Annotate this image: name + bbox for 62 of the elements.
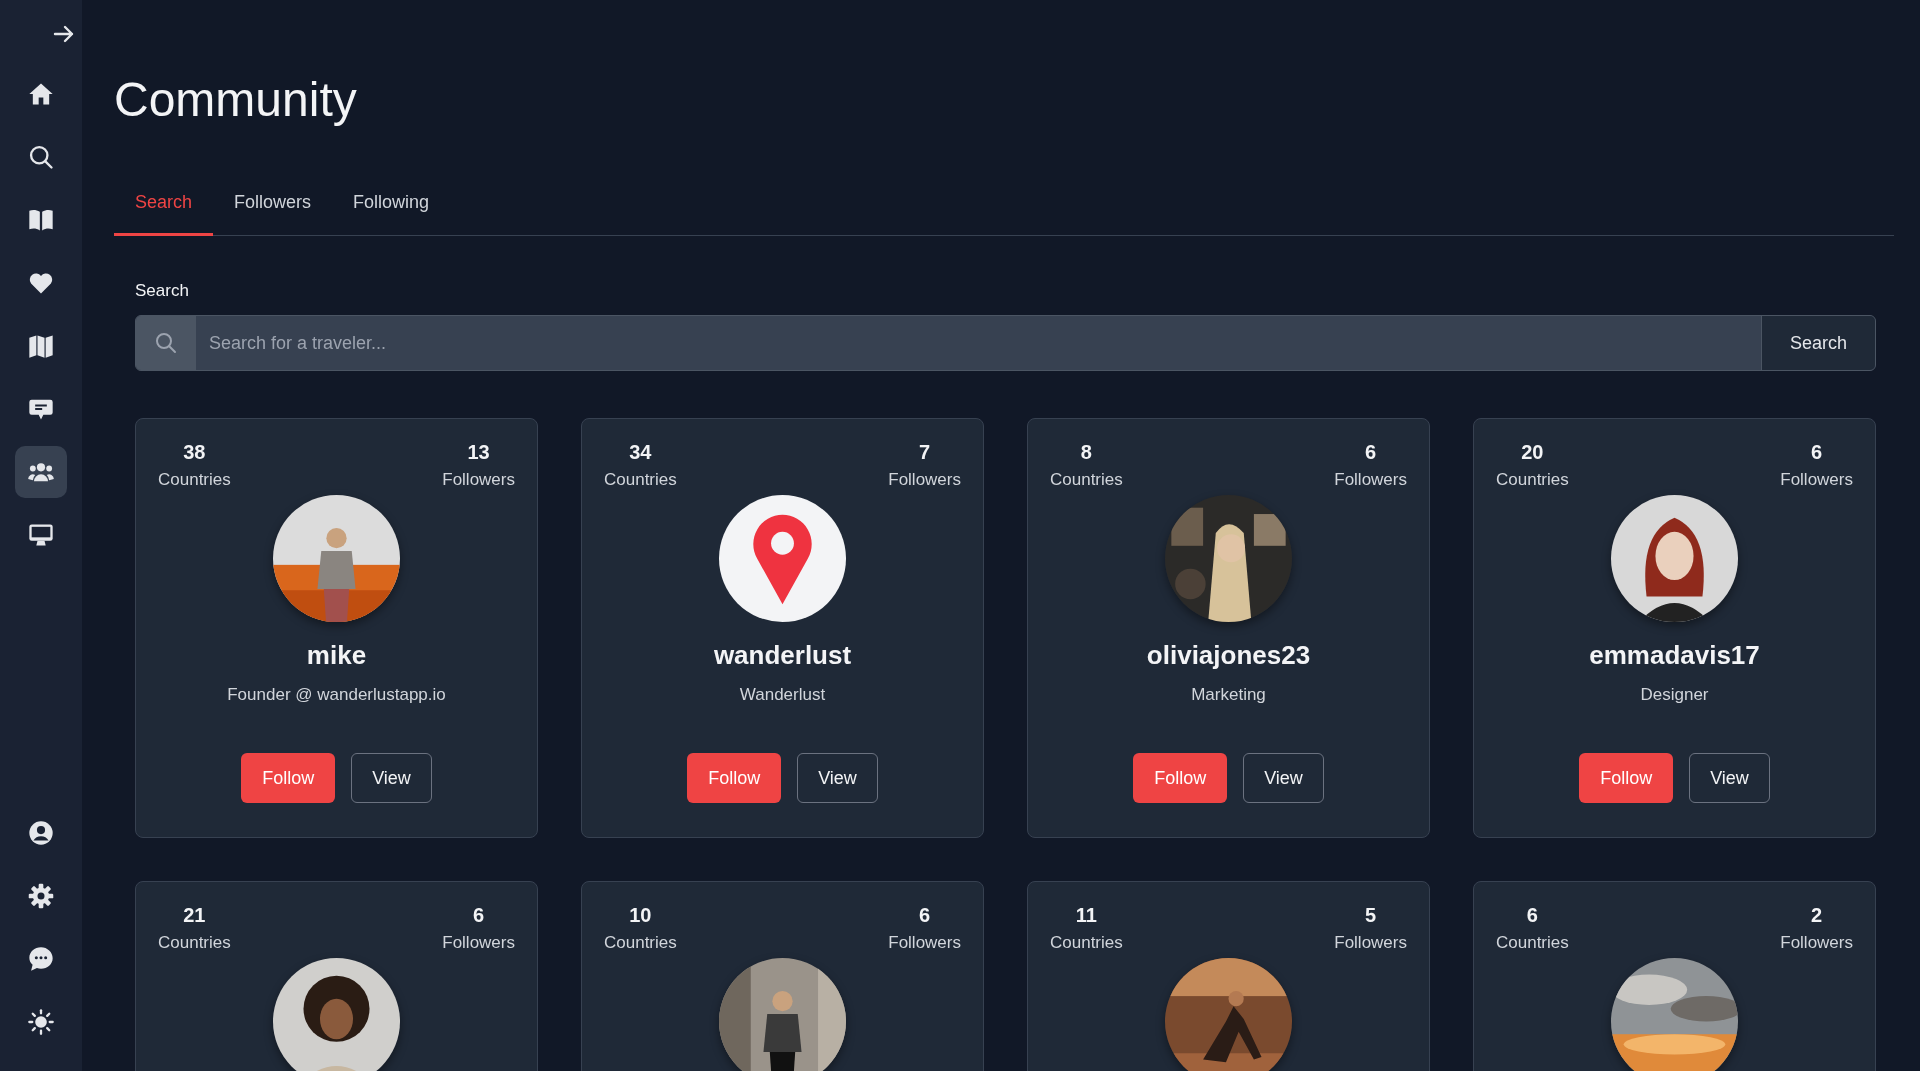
countries-count: 34 (629, 441, 652, 464)
followers-count: 5 (1365, 904, 1377, 927)
user-name: mike (306, 640, 367, 671)
user-name: oliviajones23 (1146, 640, 1311, 671)
followers-count: 7 (919, 441, 931, 464)
countries-label: Countries (604, 933, 677, 953)
followers-count: 6 (1365, 441, 1377, 464)
user-name: wanderlust (713, 640, 852, 671)
countries-count: 6 (1526, 904, 1538, 927)
countries-count: 10 (629, 904, 652, 927)
user-name: emmadavis17 (1589, 640, 1760, 671)
search-button[interactable]: Search (1760, 316, 1875, 370)
countries-label: Countries (1496, 470, 1569, 490)
followers-label: Followers (1334, 470, 1407, 490)
countries-label: Countries (604, 470, 677, 490)
chat-icon[interactable] (27, 945, 55, 973)
view-button[interactable]: View (797, 753, 878, 803)
followers-count: 6 (1811, 441, 1823, 464)
tab[interactable]: Following (332, 180, 451, 236)
view-button[interactable]: View (1689, 753, 1770, 803)
countries-count: 11 (1075, 904, 1097, 927)
tab[interactable]: Followers (213, 180, 333, 236)
search-field[interactable]: Search for a traveler... Search (135, 315, 1876, 371)
user-role: Wanderlust (739, 685, 826, 705)
countries-count: 8 (1080, 441, 1092, 464)
followers-label: Followers (442, 470, 515, 490)
followers-label: Followers (1780, 470, 1853, 490)
sidebar-item[interactable] (15, 446, 67, 498)
search-label: Search (135, 281, 189, 301)
countries-label: Countries (158, 470, 231, 490)
sun-icon[interactable] (27, 1008, 55, 1036)
followers-count: 6 (473, 904, 485, 927)
followers-label: Followers (442, 933, 515, 953)
followers-count: 2 (1811, 904, 1823, 927)
followers-label: Followers (1780, 933, 1853, 953)
follow-button[interactable]: Follow (687, 753, 782, 803)
user-role: Marketing (1191, 685, 1266, 705)
user-role: Founder @ wanderlustapp.io (227, 685, 446, 705)
user-icon[interactable] (27, 819, 55, 847)
view-button[interactable]: View (351, 753, 432, 803)
countries-label: Countries (1050, 470, 1123, 490)
follow-button[interactable]: Follow (241, 753, 336, 803)
followers-count: 13 (467, 441, 490, 464)
followers-label: Followers (888, 933, 961, 953)
tab[interactable]: Search (114, 180, 214, 236)
search-icon (154, 331, 178, 355)
follow-button[interactable]: Follow (1133, 753, 1228, 803)
countries-label: Countries (158, 933, 231, 953)
user-role: Designer (1640, 685, 1709, 705)
followers-count: 6 (919, 904, 931, 927)
view-button[interactable]: View (1243, 753, 1324, 803)
countries-count: 38 (183, 441, 206, 464)
followers-label: Followers (888, 470, 961, 490)
settings-icon[interactable] (27, 882, 55, 910)
countries-count: 21 (183, 904, 206, 927)
followers-label: Followers (1334, 933, 1407, 953)
search-icon (27, 143, 55, 171)
countries-label: Countries (1050, 933, 1123, 953)
follow-button[interactable]: Follow (1579, 753, 1674, 803)
page-title: Community (114, 72, 358, 128)
countries-label: Countries (1496, 933, 1569, 953)
countries-count: 20 (1521, 441, 1544, 464)
